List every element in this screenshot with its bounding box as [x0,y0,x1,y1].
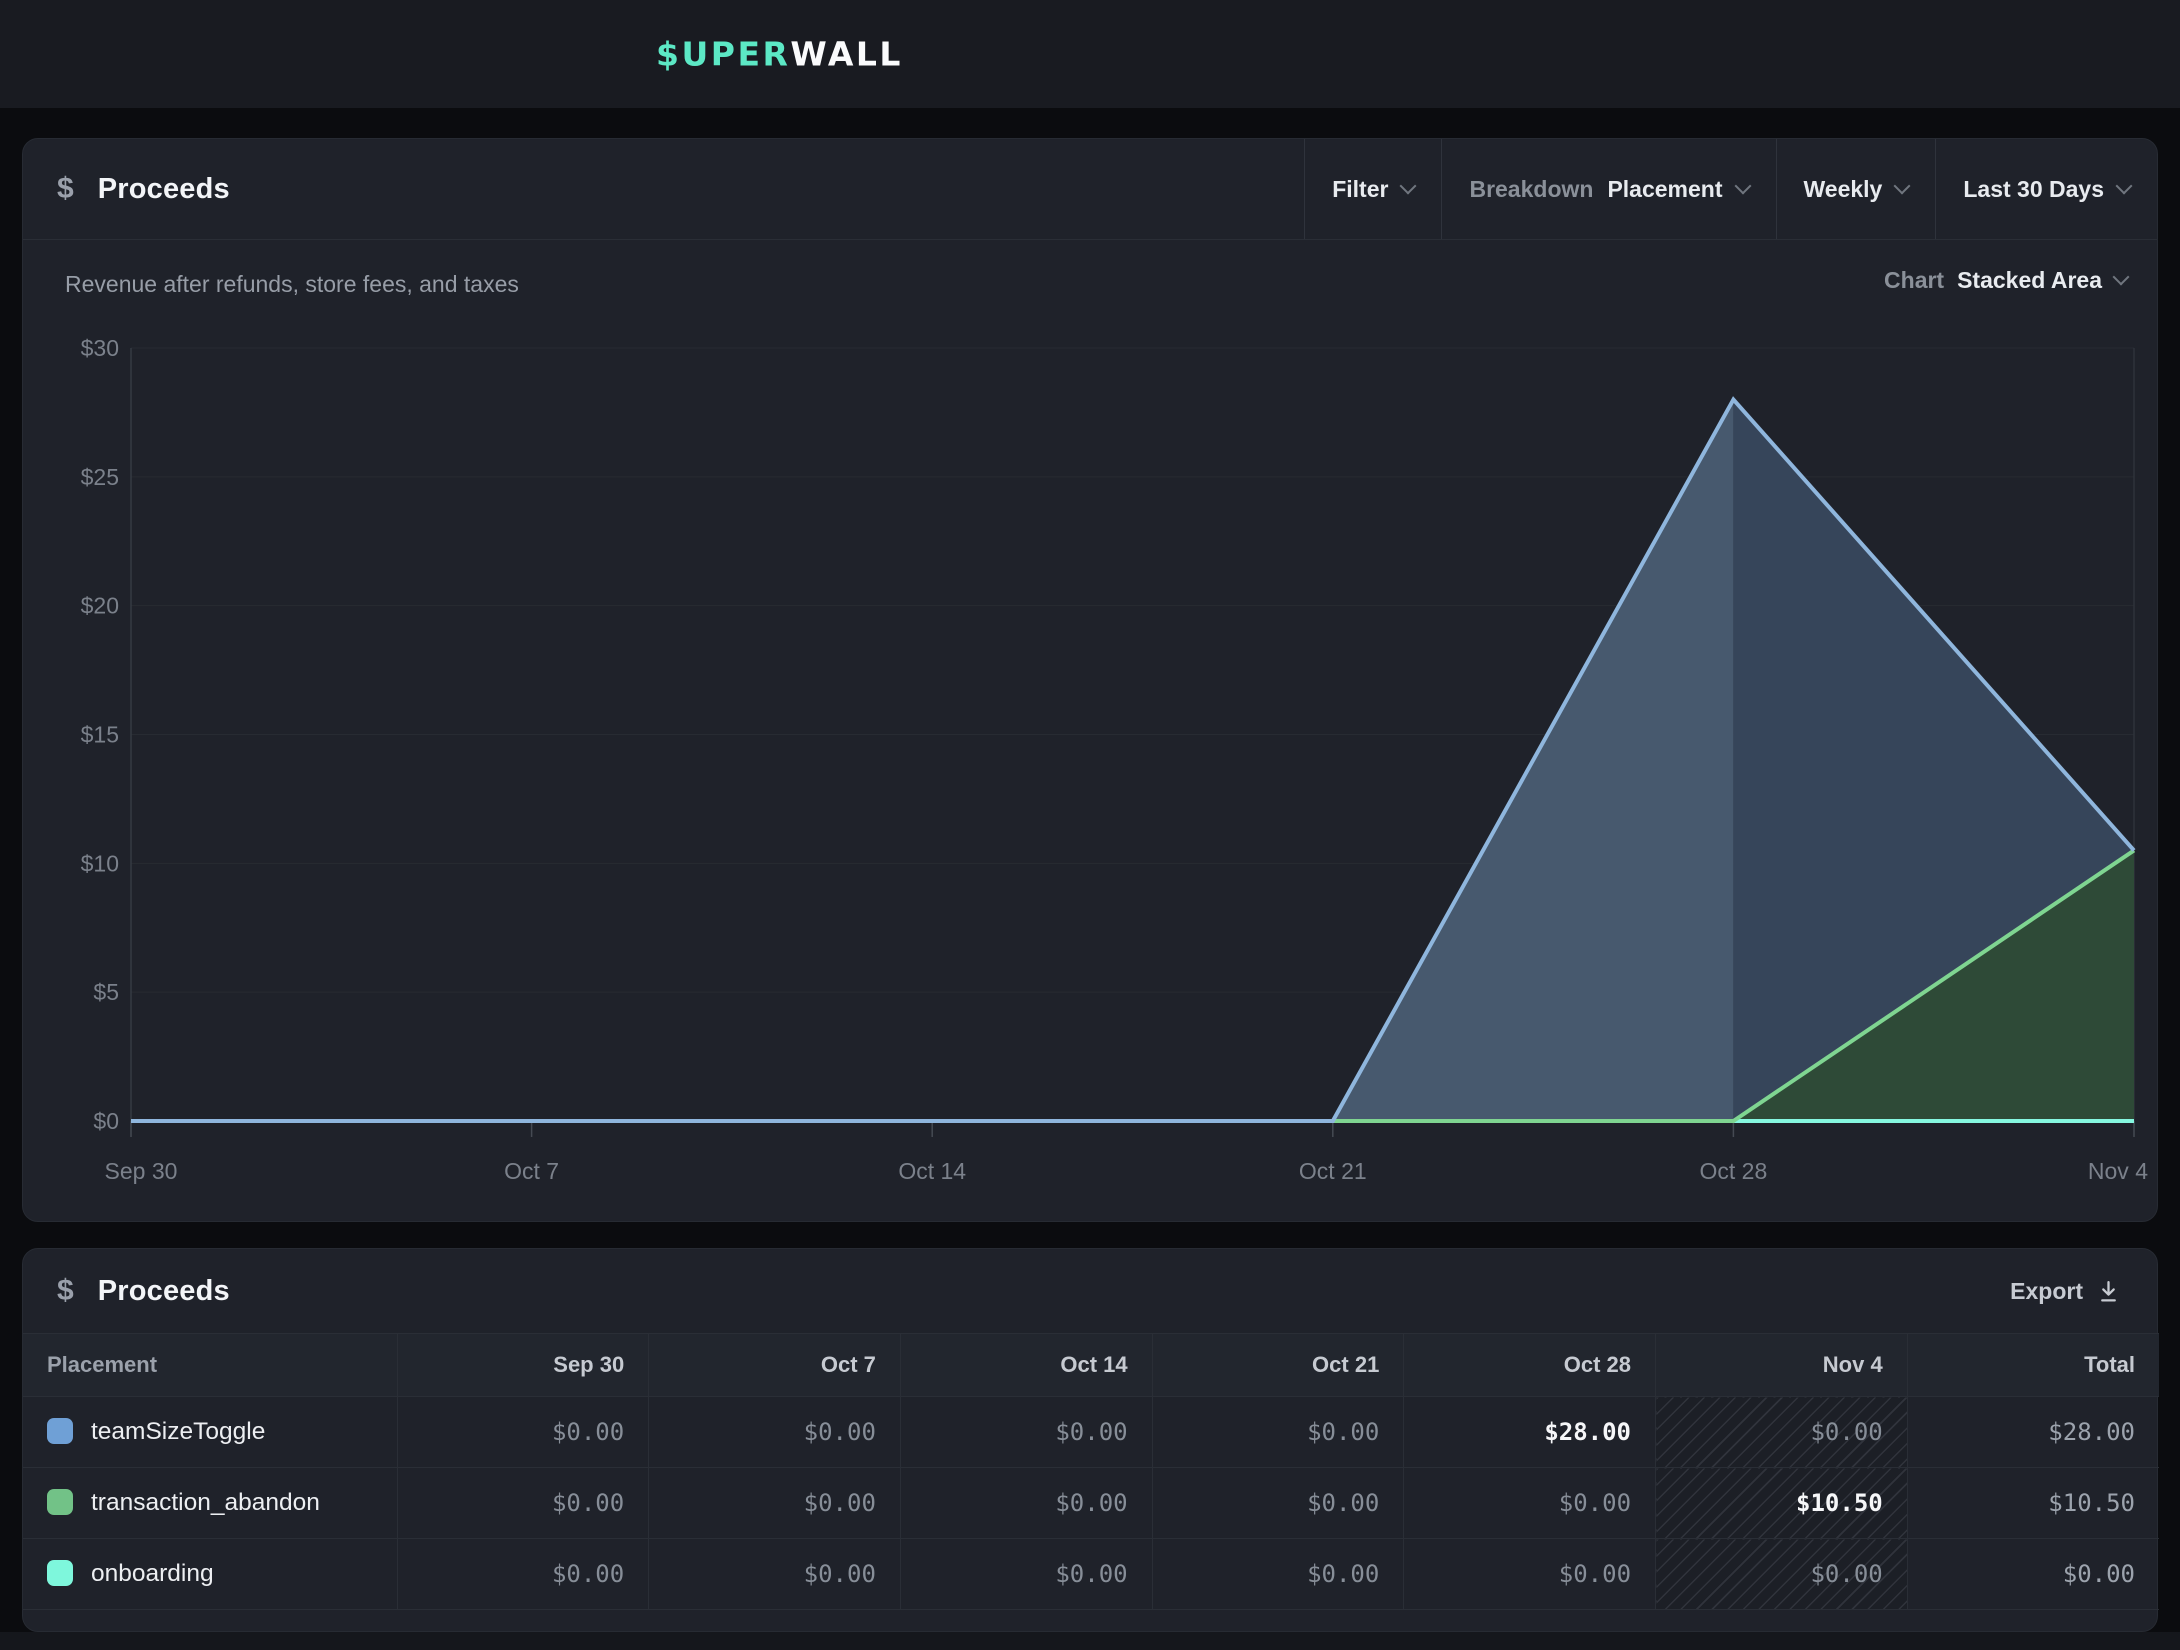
value-cell: $0.00 [397,1539,649,1610]
value-cell: $0.00 [1404,1468,1656,1539]
proceeds-chart-card: $ Proceeds Filter Breakdown Placement We… [22,138,2158,1222]
row-label: onboarding [23,1539,397,1610]
series-swatch [47,1418,73,1444]
chevron-down-icon [1400,177,1417,194]
y-axis-label: $0 [93,1108,119,1134]
column-header: Placement [23,1334,397,1397]
breakdown-value: Placement [1607,176,1722,203]
value-cell: $0.00 [1152,1539,1404,1610]
dollar-icon: $ [57,172,74,206]
chart-card-header: $ Proceeds Filter Breakdown Placement We… [23,139,2157,240]
x-axis-label: Oct 14 [898,1158,966,1184]
x-axis-label: Oct 28 [1700,1158,1768,1184]
placement-name: onboarding [91,1560,214,1587]
total-cell: $28.00 [1907,1397,2159,1468]
date-range-value: Last 30 Days [1963,176,2104,203]
column-header: Oct 7 [649,1334,901,1397]
breakdown-label: Breakdown [1469,176,1593,203]
breakdown-dropdown[interactable]: Breakdown Placement [1442,139,1775,239]
column-header: Oct 14 [900,1334,1152,1397]
value-cell: $0.00 [649,1397,901,1468]
value-cell: $0.00 [1152,1468,1404,1539]
interval-dropdown[interactable]: Weekly [1777,139,1936,239]
value-cell: $10.50 [1656,1468,1908,1539]
chart-type-value: Stacked Area [1957,267,2102,294]
y-axis-label: $25 [81,464,119,490]
interval-value: Weekly [1804,176,1883,203]
placement-name: teamSizeToggle [91,1418,265,1445]
value-cell: $0.00 [900,1539,1152,1610]
column-header: Oct 28 [1404,1334,1656,1397]
value-cell: $28.00 [1404,1397,1656,1468]
export-button[interactable]: Export [2010,1278,2121,1305]
value-cell: $0.00 [900,1397,1152,1468]
top-bar: $UPERWALL [0,0,2180,108]
value-cell: $0.00 [900,1468,1152,1539]
card-title: Proceeds [98,1275,230,1308]
y-axis-label: $10 [81,850,119,876]
page: $UPERWALL $ Proceeds Filter Breakdown Pl… [0,0,2180,1650]
y-axis-label: $30 [81,335,119,361]
bottom-strip [0,1632,2180,1650]
series-swatch [47,1560,73,1586]
chevron-down-icon [1894,177,1911,194]
filter-label: Filter [1332,176,1388,203]
chevron-down-icon [1734,177,1751,194]
table-header-row: PlacementSep 30Oct 7Oct 14Oct 21Oct 28No… [23,1334,2159,1397]
proceeds-table: PlacementSep 30Oct 7Oct 14Oct 21Oct 28No… [23,1333,2159,1610]
proceeds-table-card: $ Proceeds Export PlacementSep 30Oct 7Oc… [22,1248,2158,1632]
series-swatch [47,1489,73,1515]
value-cell: $0.00 [397,1468,649,1539]
x-axis-label: Nov 4 [2088,1158,2148,1184]
x-axis-label: Oct 21 [1299,1158,1367,1184]
date-range-dropdown[interactable]: Last 30 Days [1936,139,2157,239]
column-header: Oct 21 [1152,1334,1404,1397]
value-cell: $0.00 [397,1397,649,1468]
y-axis-label: $5 [93,979,119,1005]
superwall-logo[interactable]: $UPERWALL [656,35,903,74]
x-axis-label: Sep 30 [105,1158,178,1184]
value-cell: $0.00 [1656,1539,1908,1610]
table-row: teamSizeToggle$0.00$0.00$0.00$0.00$28.00… [23,1397,2159,1468]
chart-type-label: Chart [1884,267,1944,294]
value-cell: $0.00 [1656,1397,1908,1468]
column-header: Total [1907,1334,2159,1397]
table-card-header: $ Proceeds Export [23,1249,2157,1333]
total-cell: $0.00 [1907,1539,2159,1610]
table-row: transaction_abandon$0.00$0.00$0.00$0.00$… [23,1468,2159,1539]
row-label: transaction_abandon [23,1468,397,1539]
chart-plot-area[interactable] [131,348,2134,1121]
row-label: teamSizeToggle [23,1397,397,1468]
x-axis-label: Oct 7 [504,1158,559,1184]
chevron-down-icon [2116,177,2133,194]
column-header: Nov 4 [1656,1334,1908,1397]
export-label: Export [2010,1278,2083,1305]
table-row: onboarding$0.00$0.00$0.00$0.00$0.00$0.00… [23,1539,2159,1610]
dollar-icon: $ [57,1274,74,1308]
y-axis-label: $20 [81,593,119,619]
card-title: Proceeds [98,173,230,206]
chart-subtitle: Revenue after refunds, store fees, and t… [65,271,519,298]
value-cell: $0.00 [1152,1397,1404,1468]
value-cell: $0.00 [649,1468,901,1539]
logo-text-secondary: WALL [790,35,903,74]
logo-text-primary: $UPER [656,35,790,74]
filter-dropdown[interactable]: Filter [1305,139,1441,239]
y-axis-label: $15 [81,722,119,748]
placement-name: transaction_abandon [91,1489,320,1516]
value-cell: $0.00 [649,1539,901,1610]
column-header: Sep 30 [397,1334,649,1397]
chart-controls: Filter Breakdown Placement Weekly Last 3… [1304,139,2157,239]
chart-type-dropdown[interactable]: Chart Stacked Area [1884,267,2127,294]
value-cell: $0.00 [1404,1539,1656,1610]
chevron-down-icon [2113,269,2130,286]
download-icon [2096,1279,2121,1304]
total-cell: $10.50 [1907,1468,2159,1539]
